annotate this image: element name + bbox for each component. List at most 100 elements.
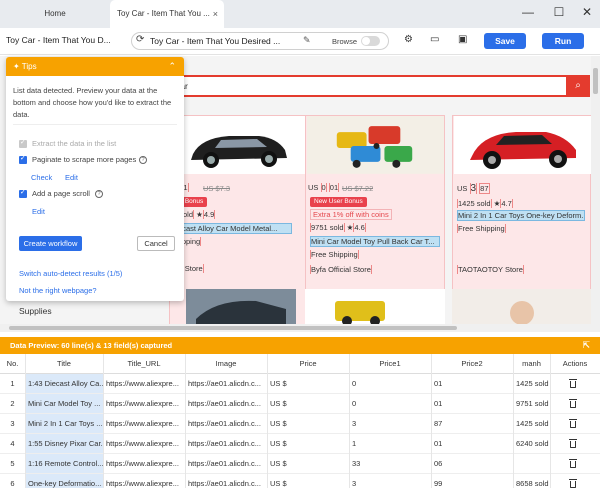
col-header[interactable]: Price: [267, 354, 349, 374]
table-row[interactable]: 4 1:55 Disney Pixar Car... https://www.ali…: [0, 434, 600, 454]
close-window-icon[interactable]: ✕: [572, 0, 600, 24]
col-header[interactable]: manh: [513, 354, 550, 374]
table-cell[interactable]: US $: [267, 454, 349, 474]
scroll-thumb[interactable]: [593, 68, 598, 94]
check-link[interactable]: Check: [31, 173, 52, 182]
delete-icon[interactable]: [569, 379, 577, 388]
col-header[interactable]: No.: [0, 354, 25, 374]
horizontal-scrollbar[interactable]: [0, 324, 591, 332]
table-cell[interactable]: https://www.aliexpre...: [103, 414, 185, 434]
table-row[interactable]: 3 Mini 2 In 1 Car Toys ... https://www.ali…: [0, 414, 600, 434]
task-title[interactable]: Toy Car - Item That You D...: [6, 35, 111, 45]
col-header[interactable]: Title_URL: [103, 354, 185, 374]
table-cell[interactable]: 9751 sold: [513, 394, 550, 414]
collapse-icon[interactable]: ⌃: [168, 57, 176, 76]
tab-home[interactable]: Home: [0, 0, 110, 28]
table-cell[interactable]: https://www.aliexpre...: [103, 474, 185, 488]
help-icon[interactable]: ?: [95, 190, 103, 198]
run-button[interactable]: Run: [542, 33, 584, 49]
maximize-icon[interactable]: ☐: [544, 0, 574, 24]
paginate-checkbox[interactable]: [19, 154, 27, 164]
table-cell[interactable]: 1: [0, 374, 25, 394]
table-cell[interactable]: 1:55 Disney Pixar Car...: [25, 434, 103, 454]
product-image[interactable]: [305, 289, 445, 324]
table-cell[interactable]: US $: [267, 434, 349, 454]
table-cell[interactable]: 0: [349, 374, 431, 394]
col-header[interactable]: Price2: [431, 354, 513, 374]
table-cell[interactable]: https://www.aliexpre...: [103, 374, 185, 394]
scroll-thumb[interactable]: [9, 326, 457, 330]
table-cell[interactable]: https://ae01.alicdn.c...: [185, 474, 267, 488]
switch-results-link[interactable]: Switch auto-detect results (1/5): [19, 269, 122, 278]
save-button[interactable]: Save: [484, 33, 526, 49]
wrong-page-link[interactable]: Not the right webpage?: [19, 286, 97, 295]
col-header[interactable]: Price1: [349, 354, 431, 374]
table-cell[interactable]: https://ae01.alicdn.c...: [185, 374, 267, 394]
table-cell[interactable]: 01: [431, 374, 513, 394]
url-bar[interactable]: ⟳ Toy Car - Item That You Desired ... ✎ …: [131, 32, 389, 50]
table-cell[interactable]: https://ae01.alicdn.c...: [185, 454, 267, 474]
table-cell[interactable]: 01: [431, 394, 513, 414]
product-store[interactable]: Byfa Official Store: [310, 265, 372, 274]
table-cell[interactable]: 0: [349, 394, 431, 414]
product-image[interactable]: [454, 116, 591, 174]
table-cell[interactable]: Mini 2 In 1 Car Toys ...: [25, 414, 103, 434]
window-icon[interactable]: ▣: [458, 34, 467, 45]
table-row[interactable]: 2 Mini Car Model Toy ... https://www.aliex…: [0, 394, 600, 414]
table-cell[interactable]: https://ae01.alicdn.c...: [185, 394, 267, 414]
table-cell[interactable]: https://ae01.alicdn.c...: [185, 434, 267, 454]
table-cell[interactable]: 5: [0, 454, 25, 474]
table-cell[interactable]: 2: [0, 394, 25, 414]
table-cell[interactable]: 6: [0, 474, 25, 488]
extract-list-checkbox[interactable]: [19, 138, 27, 148]
table-row[interactable]: 5 1:16 Remote Control... https://www.aliex…: [0, 454, 600, 474]
table-cell[interactable]: https://www.aliexpre...: [103, 434, 185, 454]
table-cell[interactable]: https://www.aliexpre...: [103, 454, 185, 474]
product-image[interactable]: [307, 116, 444, 174]
product-title[interactable]: Diecast Alloy Car Model Metal...: [170, 223, 292, 234]
layout-icon[interactable]: ▭: [430, 34, 439, 45]
tab-toy-car[interactable]: Toy Car - Item That You ... ×: [110, 0, 224, 28]
site-search-box[interactable]: car ⌕: [171, 75, 590, 97]
product-image[interactable]: [186, 289, 296, 324]
create-workflow-button[interactable]: Create workflow: [19, 236, 82, 251]
table-cell[interactable]: US $: [267, 374, 349, 394]
help-icon[interactable]: ?: [139, 156, 147, 164]
table-cell[interactable]: 87: [431, 414, 513, 434]
table-cell[interactable]: 1425 sold: [513, 374, 550, 394]
close-tab-icon[interactable]: ×: [213, 0, 218, 28]
edit-paginate-link[interactable]: Edit: [65, 173, 78, 182]
product-title[interactable]: Mini 2 In 1 Car Toys One-key Deform...: [457, 210, 585, 221]
table-row[interactable]: 6 One-key Deformatio... https://www.aliexp…: [0, 474, 600, 488]
table-cell[interactable]: 1:16 Remote Control...: [25, 454, 103, 474]
table-row[interactable]: 1 1:43 Diecast Alloy Ca... https://www.ali…: [0, 374, 600, 394]
table-cell[interactable]: 3: [349, 414, 431, 434]
minimize-icon[interactable]: —: [513, 0, 543, 24]
table-cell[interactable]: US $: [267, 394, 349, 414]
delete-icon[interactable]: [569, 459, 577, 468]
refresh-icon[interactable]: ⟳: [136, 34, 144, 45]
cancel-button[interactable]: Cancel: [137, 236, 175, 251]
table-cell[interactable]: 1: [349, 434, 431, 454]
col-header[interactable]: Image: [185, 354, 267, 374]
edit-url-icon[interactable]: ✎: [303, 35, 311, 46]
table-cell[interactable]: 3: [0, 414, 25, 434]
table-cell[interactable]: 1425 sold: [513, 414, 550, 434]
table-cell[interactable]: One-key Deformatio...: [25, 474, 103, 488]
category-label[interactable]: Supplies: [19, 306, 52, 316]
table-cell[interactable]: https://www.aliexpre...: [103, 394, 185, 414]
table-cell[interactable]: 3: [349, 474, 431, 488]
edit-scroll-link[interactable]: Edit: [32, 207, 45, 216]
table-cell[interactable]: 06: [431, 454, 513, 474]
expand-icon[interactable]: ⇱: [582, 337, 590, 354]
settings-icon[interactable]: ⚙: [404, 34, 413, 45]
table-cell[interactable]: [513, 454, 550, 474]
table-cell[interactable]: 1:43 Diecast Alloy Ca...: [25, 374, 103, 394]
product-image[interactable]: [171, 116, 308, 174]
search-icon[interactable]: ⌕: [566, 75, 590, 97]
table-cell[interactable]: 01: [431, 434, 513, 454]
col-header[interactable]: Title: [25, 354, 103, 374]
delete-icon[interactable]: [569, 419, 577, 428]
product-title[interactable]: Mini Car Model Toy Pull Back Car T...: [310, 236, 440, 247]
page-scroll-checkbox[interactable]: [19, 188, 27, 198]
